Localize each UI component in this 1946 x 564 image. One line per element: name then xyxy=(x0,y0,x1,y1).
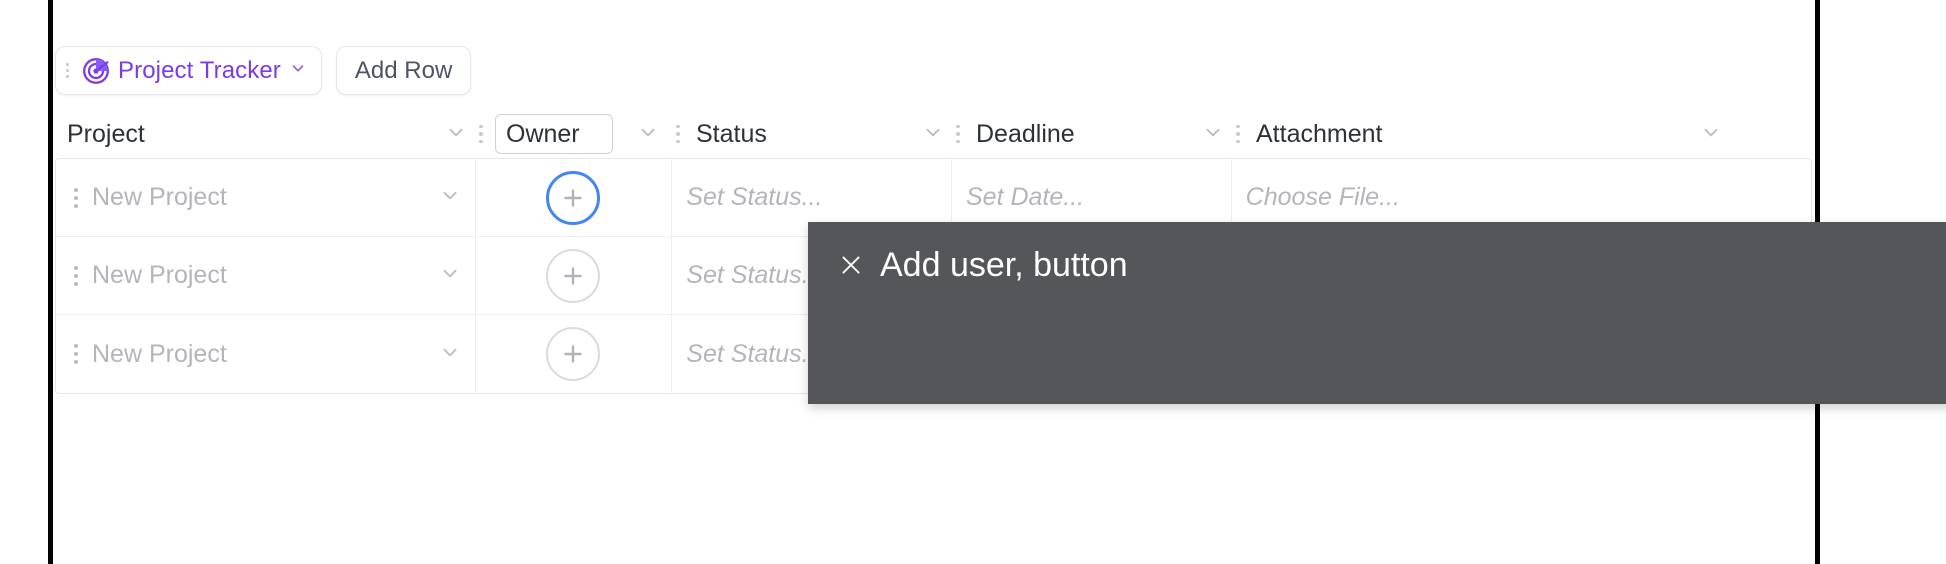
cell-owner xyxy=(476,315,673,393)
add-user-button[interactable] xyxy=(546,170,601,225)
cell-project[interactable]: New Project xyxy=(56,159,476,236)
column-header-project[interactable]: Project xyxy=(55,110,475,158)
cell-owner xyxy=(476,159,673,236)
column-header-deadline[interactable]: Deadline xyxy=(952,110,1232,158)
chevron-down-icon[interactable] xyxy=(1202,121,1232,148)
table-toolbar: Project Tracker Add Row xyxy=(55,46,472,95)
add-row-button[interactable]: Add Row xyxy=(335,46,472,95)
project-tracker-chip[interactable]: Project Tracker xyxy=(55,46,322,95)
column-resize-handle-icon[interactable] xyxy=(952,124,964,144)
chevron-down-icon[interactable] xyxy=(439,341,461,368)
chevron-down-icon[interactable] xyxy=(613,121,667,148)
screen-root: Project Tracker Add Row Project Owner St… xyxy=(0,0,1946,564)
column-resize-handle-icon[interactable] xyxy=(672,124,684,144)
chevron-down-icon[interactable] xyxy=(1700,121,1812,148)
column-resize-handle-icon[interactable] xyxy=(1232,124,1244,144)
chevron-down-icon[interactable] xyxy=(439,184,461,211)
column-header-label: Project xyxy=(67,119,145,148)
table-header-row: Project Owner Status Deadline Attachment xyxy=(55,110,1812,158)
cell-status-value: Set Status... xyxy=(686,183,823,211)
add-user-button[interactable] xyxy=(546,327,601,381)
row-drag-handle-icon[interactable] xyxy=(70,187,82,208)
cell-project-value: New Project xyxy=(92,183,227,211)
column-name-input-owner[interactable] xyxy=(495,114,613,154)
column-header-owner[interactable] xyxy=(475,110,672,158)
cell-project[interactable]: New Project xyxy=(56,315,476,393)
cell-project-value: New Project xyxy=(92,261,227,289)
cell-project-value: New Project xyxy=(92,339,227,368)
chevron-down-icon[interactable] xyxy=(922,121,952,148)
chevron-down-icon[interactable] xyxy=(445,121,475,148)
column-header-label: Attachment xyxy=(1256,119,1383,148)
row-drag-handle-icon[interactable] xyxy=(70,344,82,364)
column-header-attachment[interactable]: Attachment xyxy=(1232,110,1812,158)
plus-icon xyxy=(564,266,583,285)
cell-attachment-value: Choose File... xyxy=(1245,183,1400,211)
chevron-down-icon[interactable] xyxy=(439,262,461,289)
cell-owner xyxy=(476,237,673,314)
accessibility-tooltip: Add user, button xyxy=(808,222,1946,404)
add-user-button[interactable] xyxy=(546,248,601,303)
window-left-border xyxy=(48,0,53,564)
row-drag-handle-icon[interactable] xyxy=(70,265,82,286)
drag-handle-icon[interactable] xyxy=(64,63,74,78)
column-header-label: Status xyxy=(696,119,767,148)
cell-project[interactable]: New Project xyxy=(56,237,476,314)
radar-target-icon xyxy=(82,57,110,85)
tooltip-content: Add user, button xyxy=(838,248,1128,282)
column-header-label: Deadline xyxy=(976,119,1075,148)
project-tracker-label: Project Tracker xyxy=(118,56,281,84)
column-header-status[interactable]: Status xyxy=(672,110,952,158)
cell-deadline-value: Set Date... xyxy=(965,183,1085,211)
plus-icon xyxy=(564,188,583,207)
tooltip-text: Add user, button xyxy=(880,246,1128,284)
plus-icon xyxy=(564,345,583,363)
chevron-down-icon[interactable] xyxy=(289,59,307,82)
close-icon[interactable] xyxy=(838,252,864,278)
column-resize-handle-icon[interactable] xyxy=(475,124,487,144)
